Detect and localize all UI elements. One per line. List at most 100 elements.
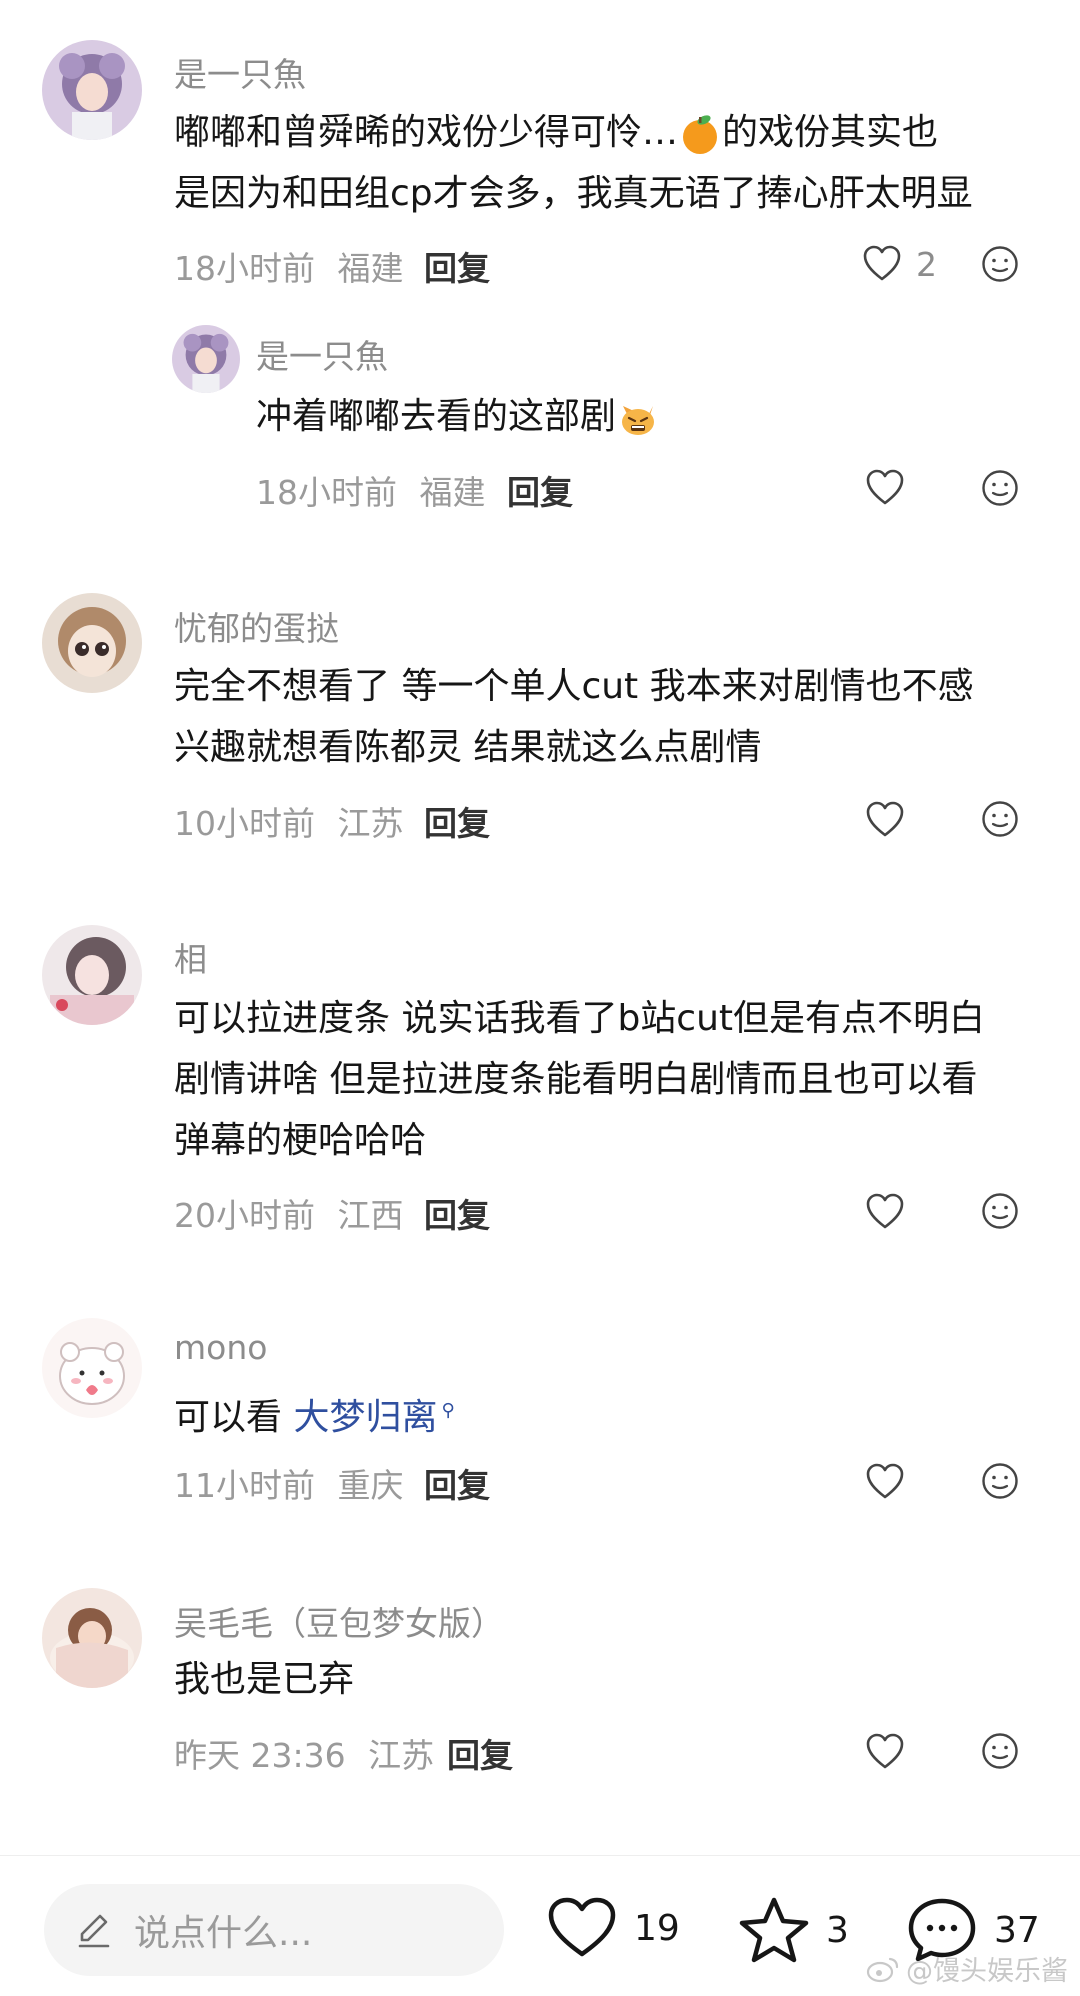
emoji-face-icon (982, 1463, 1018, 1499)
comment-text-part: 嘟嘟和曾舜晞的戏份少得可怜… (174, 112, 679, 153)
reply-text: 冲着嘟嘟去看的这部剧 (256, 386, 660, 447)
heart-outline-icon (866, 1193, 904, 1229)
favorite-count: 3 (826, 1909, 849, 1951)
comment-meta: 18小时前 福建 (174, 242, 404, 290)
comment-line: 我也是已弃 (174, 1659, 355, 1700)
emoji-button[interactable] (981, 469, 1019, 507)
comment-location: 重庆 (337, 1466, 404, 1505)
emoji-button[interactable] (981, 1192, 1019, 1230)
username[interactable]: mono (174, 1328, 267, 1367)
username[interactable]: 是一只魚 (174, 48, 306, 96)
avatar[interactable] (42, 593, 142, 693)
username[interactable]: 吴毛毛（豆包梦女版） (174, 1597, 504, 1645)
like-button[interactable] (865, 1192, 905, 1232)
avatar[interactable] (42, 40, 142, 140)
reply-button[interactable]: 回复 (507, 466, 573, 514)
favorite-action[interactable]: 3 (738, 1896, 849, 1964)
comment-line: 完全不想看了 等一个单人cut 我本来对剧情也不感 (174, 666, 974, 707)
pencil-icon (78, 1914, 110, 1948)
comment-text-part: 的戏份其实也 (722, 112, 939, 153)
username[interactable]: 忧郁的蛋挞 (174, 602, 339, 650)
heart-outline-icon (866, 469, 904, 505)
emoji-button[interactable] (981, 245, 1019, 283)
avatar[interactable] (42, 1588, 142, 1688)
avatar-image (42, 1318, 142, 1418)
comment-meta: 20小时前 江西 (174, 1189, 404, 1237)
comment-text: 我也是已弃 (174, 1649, 354, 1710)
emoji-button[interactable] (981, 1462, 1019, 1500)
comment-line: 可以看 大梦归离 ⚲ (174, 1380, 455, 1448)
comment-location: 福建 (337, 249, 404, 288)
comment-text: 可以看 大梦归离 ⚲ (174, 1380, 455, 1448)
watermark-text: @馒头娱乐酱 (906, 1956, 1068, 1987)
comment-count: 37 (994, 1909, 1040, 1951)
comment-text: 完全不想看了 等一个单人cut 我本来对剧情也不感 兴趣就想看陈都灵 结果就这么… (174, 656, 974, 778)
like-button[interactable] (865, 468, 905, 508)
comment-text-part: 可以看 (174, 1397, 294, 1438)
like-button[interactable]: 2 (862, 244, 937, 284)
comment-text: 可以拉进度条 说实话我看了b站cut但是有点不明白 剧情讲啥 但是拉进度条能看明… (174, 988, 985, 1171)
emoji-button[interactable] (981, 800, 1019, 838)
like-button[interactable] (865, 1462, 905, 1502)
comment-time: 10小时前 (174, 804, 315, 843)
emoji-button[interactable] (981, 1732, 1019, 1770)
emoji-face-icon (982, 801, 1018, 837)
heart-outline-icon (548, 1897, 616, 1957)
like-button[interactable] (865, 1732, 905, 1772)
comment-time: 18小时前 (256, 473, 397, 512)
avatar[interactable] (42, 1318, 142, 1418)
comment-input[interactable]: 说点什么... (44, 1884, 504, 1976)
reply-avatar[interactable] (172, 325, 240, 393)
username[interactable]: 相 (174, 933, 207, 981)
avatar[interactable] (42, 925, 142, 1025)
angry-cat-emoji (622, 406, 655, 435)
like-count: 2 (916, 244, 937, 284)
reply-button[interactable]: 回复 (424, 797, 490, 845)
avatar-image (42, 925, 142, 1025)
comment-line: 是因为和田组cp才会多，我真无语了捧心肝太明显 (174, 173, 973, 214)
heart-outline-icon (863, 245, 901, 281)
comment-time: 18小时前 (174, 249, 315, 288)
avatar-image (42, 40, 142, 140)
comment-text: 嘟嘟和曾舜晞的戏份少得可怜… 的戏份其实也 是因为和田组cp才会多，我真无语了捧心… (174, 102, 973, 224)
comment-meta: 11小时前 重庆 (174, 1459, 404, 1507)
orange-emoji (683, 115, 718, 154)
comment-location: 江苏 (368, 1736, 435, 1775)
comment-meta: 10小时前 江苏 (174, 797, 404, 845)
comment-line: 冲着嘟嘟去看的这部剧 (256, 386, 660, 447)
watermark: @馒头娱乐酱 (866, 1949, 1068, 1988)
reply-button[interactable]: 回复 (424, 242, 490, 290)
comment-line: 兴趣就想看陈都灵 结果就这么点剧情 (174, 727, 762, 768)
bottom-action-bar: 说点什么... 19 3 37 @馒头娱乐酱 (0, 1855, 1080, 1996)
like-count: 19 (634, 1907, 680, 1949)
heart-outline-icon (866, 1733, 904, 1769)
topic-link[interactable]: 大梦归离 (293, 1397, 437, 1438)
comment-location: 江西 (337, 1196, 404, 1235)
reply-button[interactable]: 回复 (424, 1459, 490, 1507)
reply-username[interactable]: 是一只魚 (256, 330, 388, 378)
reply-button[interactable]: 回复 (424, 1189, 490, 1237)
emoji-face-icon (982, 470, 1018, 506)
comment-location: 福建 (419, 473, 486, 512)
comment-line: 剧情讲啥 但是拉进度条能看明白剧情而且也可以看 (174, 1059, 978, 1100)
comment-line: 弹幕的梗哈哈哈 (174, 1120, 427, 1161)
comment-location: 江苏 (337, 804, 404, 843)
comment-time: 20小时前 (174, 1196, 315, 1235)
search-icon: ⚲ (441, 1400, 455, 1421)
like-action[interactable]: 19 (546, 1896, 680, 1960)
reply-button[interactable]: 回复 (447, 1729, 513, 1777)
input-placeholder: 说点什么... (134, 1913, 313, 1954)
heart-outline-icon (866, 1463, 904, 1499)
emoji-face-icon (982, 1193, 1018, 1229)
comment-meta: 昨天 23:36 江苏 (174, 1729, 434, 1777)
reply-meta: 18小时前 福建 (256, 466, 486, 514)
avatar-image (42, 593, 142, 693)
emoji-face-icon (982, 1733, 1018, 1769)
comment-line: 嘟嘟和曾舜晞的戏份少得可怜… 的戏份其实也 (174, 102, 973, 163)
comment-text-part: 冲着嘟嘟去看的这部剧 (256, 396, 617, 437)
avatar-image (42, 1588, 142, 1688)
comment-line: 可以拉进度条 说实话我看了b站cut但是有点不明白 (174, 998, 986, 1039)
star-outline-icon (739, 1897, 809, 1963)
comment-time: 11小时前 (174, 1466, 315, 1505)
like-button[interactable] (865, 800, 905, 840)
